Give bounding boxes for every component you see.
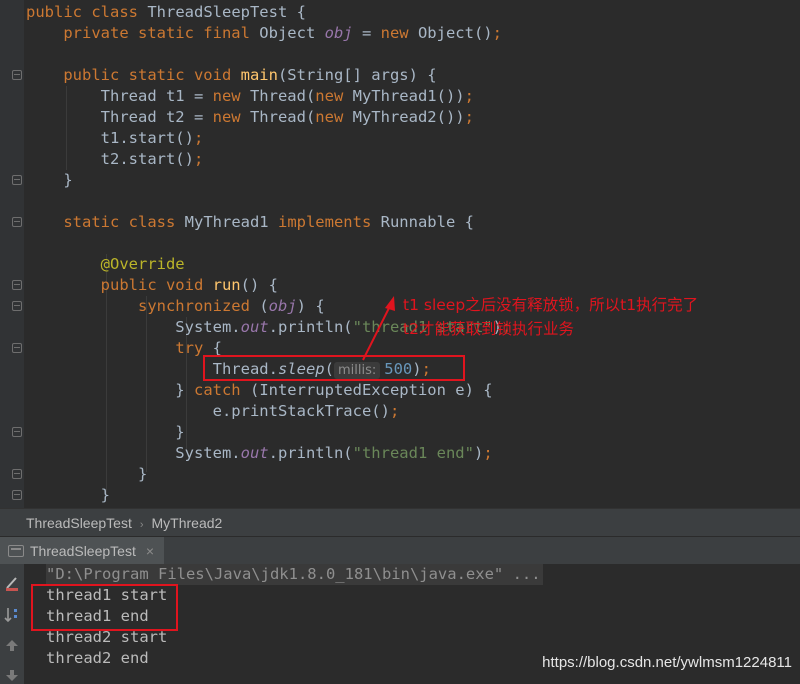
- breadcrumb-item-inner-class[interactable]: MyThread2: [152, 515, 223, 531]
- fold-icon[interactable]: [12, 343, 22, 353]
- code-line-override: @Override: [100, 255, 185, 273]
- code-line-close-run: }: [26, 486, 110, 504]
- arrow-up-icon[interactable]: [3, 638, 21, 656]
- watermark: https://blog.csdn.net/ywlmsm1224811: [542, 654, 792, 671]
- run-tab[interactable]: ThreadSleepTest ×: [0, 537, 165, 565]
- code-line-catch: } catch (InterruptedException e) {: [26, 381, 493, 399]
- annotation-note-line-1: t1 sleep之后没有释放锁，所以t1执行完了: [403, 296, 699, 314]
- code-line-field: private static final Object obj = new Ob…: [63, 24, 502, 42]
- code-line-try: try {: [175, 339, 222, 357]
- code-line-close-sync: }: [26, 465, 148, 483]
- code-line-t1: Thread t1 = new Thread(new MyThread1());: [26, 87, 474, 105]
- fold-icon[interactable]: [12, 70, 22, 80]
- sleep-highlight-box: [203, 355, 465, 381]
- arrow-down-icon[interactable]: [3, 668, 21, 684]
- annotation-note-line-2: t2才能获取到锁执行业务: [403, 320, 574, 338]
- code-line-close-catch: }: [26, 423, 185, 441]
- code-line-t2: Thread t2 = new Thread(new MyThread2());: [26, 108, 474, 126]
- fold-icon[interactable]: [12, 280, 22, 290]
- console-output[interactable]: "D:\Program Files\Java\jdk1.8.0_181\bin\…: [0, 564, 800, 684]
- code-line-t1-start: t1.start();: [26, 129, 204, 147]
- output-highlight-box: [31, 584, 178, 631]
- breadcrumb-item-class[interactable]: ThreadSleepTest: [26, 515, 132, 531]
- code-line-class-decl: public class ThreadSleepTest {: [26, 3, 306, 21]
- fold-icon[interactable]: [12, 217, 22, 227]
- code-line-t2-start: t2.start();: [26, 150, 204, 168]
- console-command-line: "D:\Program Files\Java\jdk1.8.0_181\bin\…: [46, 564, 543, 585]
- console-tab-icon: [8, 545, 24, 557]
- run-tab-label: ThreadSleepTest: [30, 543, 136, 559]
- fold-icon[interactable]: [12, 175, 22, 185]
- run-tool-window-header: ThreadSleepTest ×: [0, 536, 800, 565]
- class-name: ThreadSleepTest {: [147, 3, 306, 21]
- code-line-close-main: }: [26, 171, 73, 189]
- fold-icon[interactable]: [12, 427, 22, 437]
- fold-icon[interactable]: [12, 469, 22, 479]
- code-line-main: public static void main(String[] args) {: [63, 66, 437, 84]
- code-line-stacktrace: e.printStackTrace();: [26, 402, 400, 420]
- annotation-arrow: [362, 296, 395, 361]
- rerun-icon[interactable]: [3, 574, 21, 592]
- breadcrumb: ThreadSleepTest › MyThread2: [0, 508, 800, 536]
- code-line-print-end: System.out.println("thread1 end");: [26, 444, 493, 462]
- console-toolbar: [0, 564, 24, 684]
- close-icon[interactable]: ×: [146, 537, 154, 565]
- breadcrumb-separator: ›: [139, 519, 144, 531]
- fold-icon[interactable]: [12, 301, 22, 311]
- scroll-to-end-icon[interactable]: [3, 606, 21, 624]
- code-line-inner-class: static class MyThread1 implements Runnab…: [63, 213, 474, 231]
- console-output-line: thread2 end: [46, 649, 149, 667]
- fold-icon[interactable]: [12, 490, 22, 500]
- code-line-run: public void run() {: [100, 276, 278, 294]
- code-editor[interactable]: public class ThreadSleepTest { private s…: [0, 0, 800, 508]
- code-line-synchronized: synchronized (obj) {: [137, 297, 325, 315]
